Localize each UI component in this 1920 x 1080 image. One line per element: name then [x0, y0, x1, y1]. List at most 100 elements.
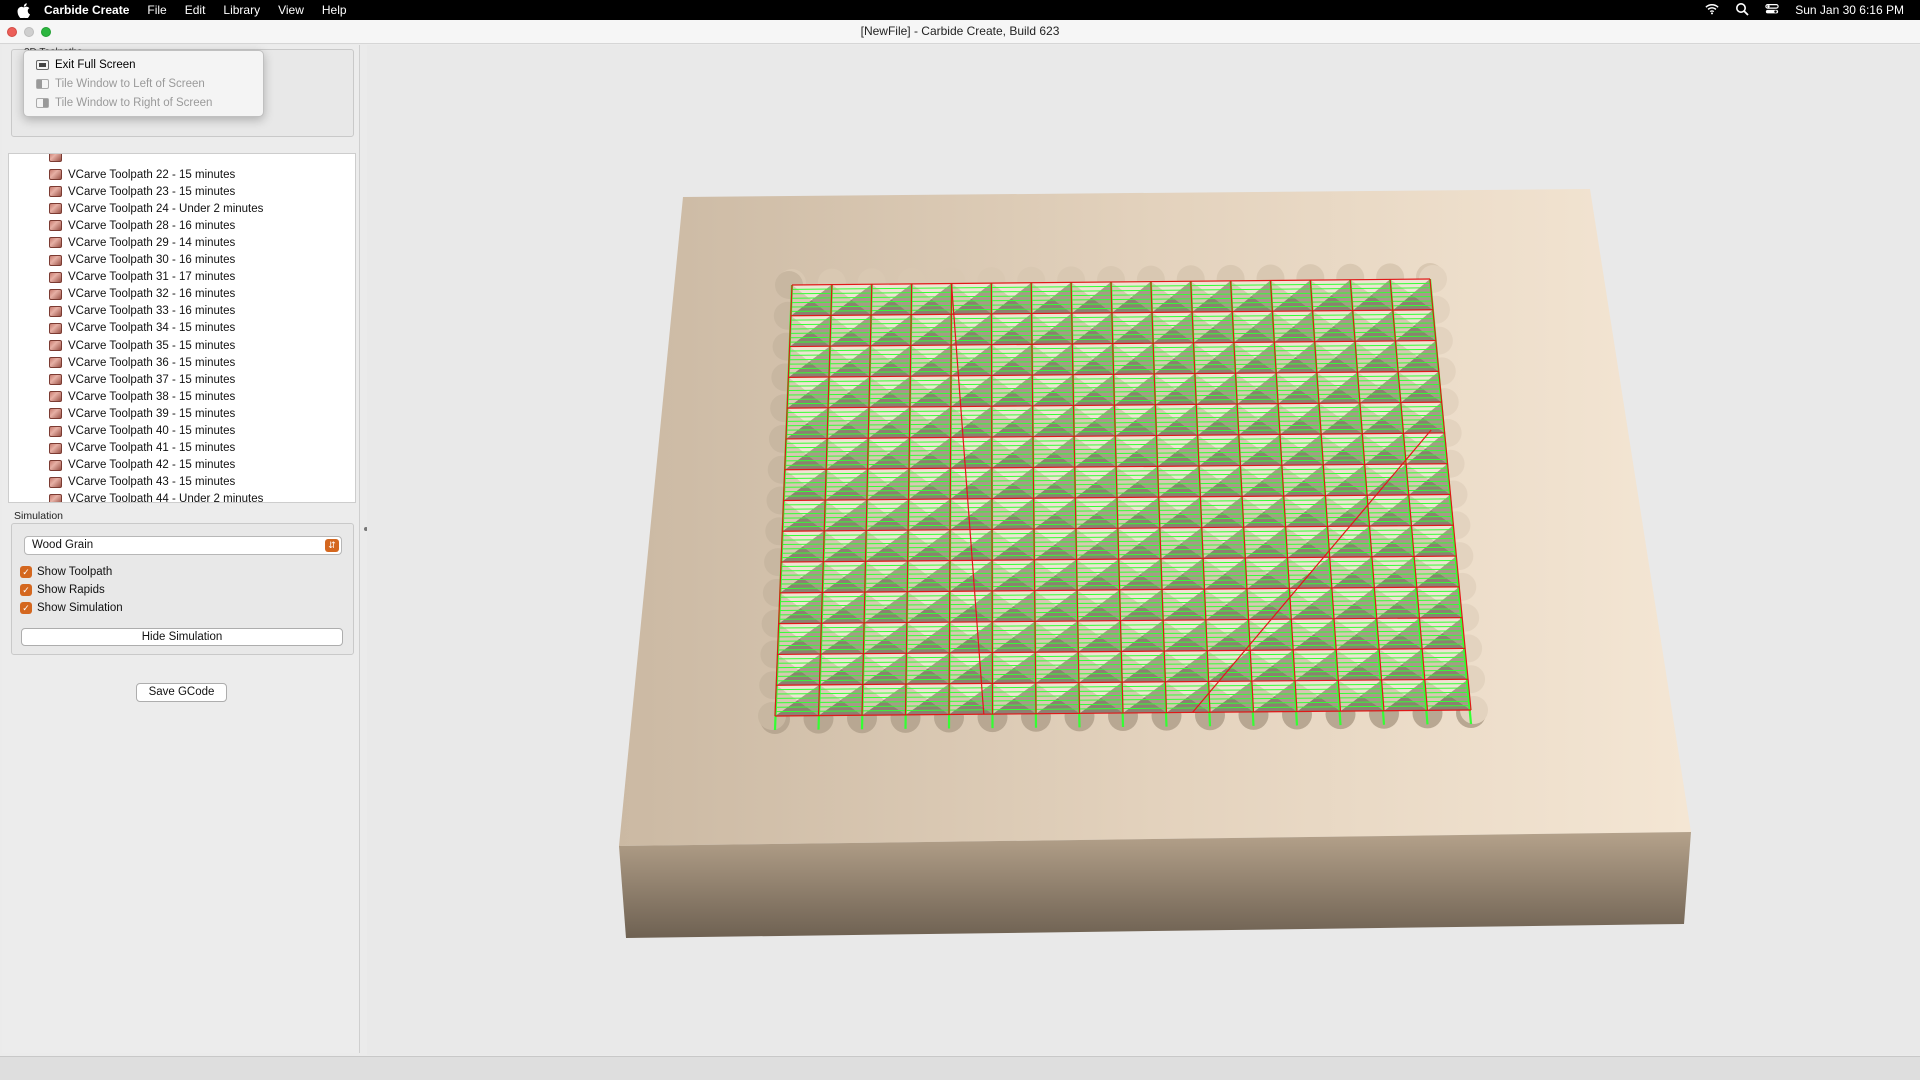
- toolpath-label: VCarve Toolpath 44 - Under 2 minutes: [68, 493, 264, 503]
- toolpath-label: VCarve Toolpath 34 - 15 minutes: [68, 322, 236, 335]
- toolpath-item[interactable]: VCarve Toolpath 23 - 15 minutes: [49, 183, 235, 200]
- toolpath-item[interactable]: VCarve Toolpath 33 - 16 minutes: [49, 303, 235, 320]
- save-gcode-button[interactable]: Save GCode: [136, 683, 227, 702]
- toolpath-label: VCarve Toolpath 41 - 15 minutes: [68, 442, 236, 455]
- vcarve-toolpath-icon: [49, 408, 62, 420]
- show-rapids-label: Show Rapids: [37, 584, 105, 596]
- menu-app-name[interactable]: Carbide Create: [44, 3, 129, 17]
- vcarve-toolpath-icon: [49, 425, 62, 437]
- simulation-section-label: Simulation: [14, 510, 64, 522]
- checkmark-icon: ✓: [20, 584, 32, 596]
- vcarve-toolpath-icon: [49, 374, 62, 386]
- toolpath-item[interactable]: VCarve Toolpath 34 - 15 minutes: [49, 320, 235, 337]
- toolpath-item[interactable]: VCarve Toolpath 22 - 15 minutes: [49, 166, 235, 183]
- menu-edit[interactable]: Edit: [185, 3, 206, 17]
- menu-file[interactable]: File: [147, 3, 166, 17]
- vcarve-toolpath-icon: [49, 459, 62, 471]
- toolpath-label: VCarve Toolpath 29 - 14 minutes: [68, 236, 236, 249]
- toolpath-item[interactable]: VCarve Toolpath 40 - 15 minutes: [49, 423, 235, 440]
- menu-help[interactable]: Help: [322, 3, 347, 17]
- toolpath-partial-row[interactable]: [49, 154, 68, 165]
- menu-view[interactable]: View: [278, 3, 304, 17]
- fullscreen-popover-menu: Exit Full Screen Tile Window to Left of …: [23, 50, 264, 117]
- show-simulation-label: Show Simulation: [37, 602, 123, 614]
- vcarve-toolpath-icon: [49, 288, 62, 300]
- toolpath-label: VCarve Toolpath 43 - 15 minutes: [68, 476, 236, 489]
- toolpath-label: VCarve Toolpath 31 - 17 minutes: [68, 271, 236, 284]
- toolpath-item[interactable]: VCarve Toolpath 30 - 16 minutes: [49, 252, 235, 269]
- fullscreen-icon: [36, 60, 49, 70]
- toolpath-label: VCarve Toolpath 30 - 16 minutes: [68, 254, 236, 266]
- window-minimize-button[interactable]: [24, 27, 34, 37]
- vcarve-toolpath-icon: [49, 322, 62, 334]
- checkmark-icon: ✓: [20, 566, 32, 578]
- toolpath-label: VCarve Toolpath 28 - 16 minutes: [68, 219, 236, 232]
- vcarve-toolpath-icon: [49, 169, 62, 180]
- window-title: [NewFile] - Carbide Create, Build 623: [860, 24, 1060, 38]
- toolpath-label: VCarve Toolpath 38 - 15 minutes: [68, 390, 236, 403]
- toolpath-label: VCarve Toolpath 36 - 15 minutes: [68, 356, 236, 369]
- material-select[interactable]: Wood Grain ⇵: [24, 536, 342, 555]
- toolpath-item[interactable]: VCarve Toolpath 37 - 15 minutes: [49, 371, 235, 388]
- toolpath-item[interactable]: VCarve Toolpath 42 - 15 minutes: [49, 457, 235, 474]
- tile-right-icon: [36, 98, 49, 108]
- vcarve-toolpath-icon: [49, 442, 62, 454]
- search-icon[interactable]: [1735, 2, 1749, 19]
- toolpath-item[interactable]: VCarve Toolpath 29 - 14 minutes: [49, 234, 235, 251]
- left-panel: 2D Toolpaths VCarve Toolpath 22 - 15 min…: [2, 45, 360, 1053]
- show-simulation-checkbox[interactable]: ✓ Show Simulation: [20, 600, 123, 616]
- show-rapids-checkbox[interactable]: ✓ Show Rapids: [20, 582, 105, 598]
- tile-left-item[interactable]: Tile Window to Left of Screen: [36, 76, 205, 92]
- toolpath-item[interactable]: VCarve Toolpath 32 - 16 minutes: [49, 286, 235, 303]
- show-toolpath-label: Show Toolpath: [37, 566, 113, 578]
- toolpath-item[interactable]: VCarve Toolpath 28 - 16 minutes: [49, 217, 235, 234]
- vcarve-toolpath-icon: [49, 340, 62, 351]
- toolpath-item[interactable]: VCarve Toolpath 39 - 15 minutes: [49, 405, 235, 422]
- toolpath-label: VCarve Toolpath 39 - 15 minutes: [68, 407, 236, 420]
- toolpath-label: VCarve Toolpath 42 - 15 minutes: [68, 459, 236, 472]
- tile-left-label: Tile Window to Left of Screen: [55, 78, 205, 90]
- toolpath-item[interactable]: VCarve Toolpath 44 - Under 2 minutes: [49, 491, 264, 503]
- menu-bar: Carbide Create File Edit Library View He…: [0, 0, 1920, 20]
- toolpath-label: VCarve Toolpath 33 - 16 minutes: [68, 305, 236, 318]
- select-stepper-icon: ⇵: [325, 539, 339, 552]
- toolpath-item[interactable]: VCarve Toolpath 31 - 17 minutes: [49, 269, 235, 286]
- simulation-group: Wood Grain ⇵ ✓ Show Toolpath ✓ Show Rapi…: [11, 523, 354, 655]
- toolpath-item[interactable]: VCarve Toolpath 38 - 15 minutes: [49, 388, 235, 405]
- control-center-icon[interactable]: [1765, 2, 1779, 19]
- toolpath-item[interactable]: VCarve Toolpath 36 - 15 minutes: [49, 354, 235, 371]
- toolpath-item[interactable]: VCarve Toolpath 24 - Under 2 minutes: [49, 200, 263, 217]
- toolpath-item[interactable]: VCarve Toolpath 41 - 15 minutes: [49, 440, 235, 457]
- vcarve-toolpath-icon: [49, 305, 62, 317]
- simulation-preview[interactable]: [367, 45, 1920, 1055]
- toolpath-list[interactable]: VCarve Toolpath 22 - 15 minutes VCarve To…: [8, 153, 356, 503]
- material-select-value: Wood Grain: [32, 539, 94, 551]
- exit-full-screen-item[interactable]: Exit Full Screen: [36, 57, 136, 73]
- apple-menu-icon[interactable]: [16, 2, 30, 18]
- menu-clock[interactable]: Sun Jan 30 6:16 PM: [1795, 3, 1904, 17]
- toolpath-label: VCarve Toolpath 23 - 15 minutes: [68, 185, 236, 198]
- vcarve-toolpath-icon: [49, 357, 62, 369]
- toolpath-label: VCarve Toolpath 24 - Under 2 minutes: [68, 202, 264, 215]
- simulation-viewport[interactable]: [367, 45, 1920, 1055]
- window-close-button[interactable]: [7, 27, 17, 37]
- toolpath-item[interactable]: VCarve Toolpath 35 - 15 minutes: [49, 337, 235, 354]
- toolpath-label: VCarve Toolpath 37 - 15 minutes: [68, 373, 236, 386]
- vcarve-toolpath-icon: [49, 203, 62, 215]
- vcarve-toolpath-icon: [49, 220, 62, 232]
- tile-right-label: Tile Window to Right of Screen: [55, 97, 213, 109]
- tile-left-icon: [36, 79, 49, 89]
- checkmark-icon: ✓: [20, 602, 32, 614]
- vcarve-toolpath-icon: [49, 391, 62, 403]
- show-toolpath-checkbox[interactable]: ✓ Show Toolpath: [20, 564, 112, 580]
- toolpath-item[interactable]: VCarve Toolpath 43 - 15 minutes: [49, 474, 235, 491]
- hide-simulation-button[interactable]: Hide Simulation: [21, 628, 343, 646]
- vcarve-toolpath-icon: [49, 237, 62, 249]
- menu-library[interactable]: Library: [223, 3, 260, 17]
- window-fullscreen-button[interactable]: [41, 27, 51, 37]
- status-bar: [0, 1056, 1920, 1080]
- wifi-icon[interactable]: [1705, 2, 1719, 19]
- toolpath-label: VCarve Toolpath 40 - 15 minutes: [68, 425, 236, 437]
- tile-right-item[interactable]: Tile Window to Right of Screen: [36, 95, 212, 111]
- vcarve-toolpath-icon: [49, 493, 62, 502]
